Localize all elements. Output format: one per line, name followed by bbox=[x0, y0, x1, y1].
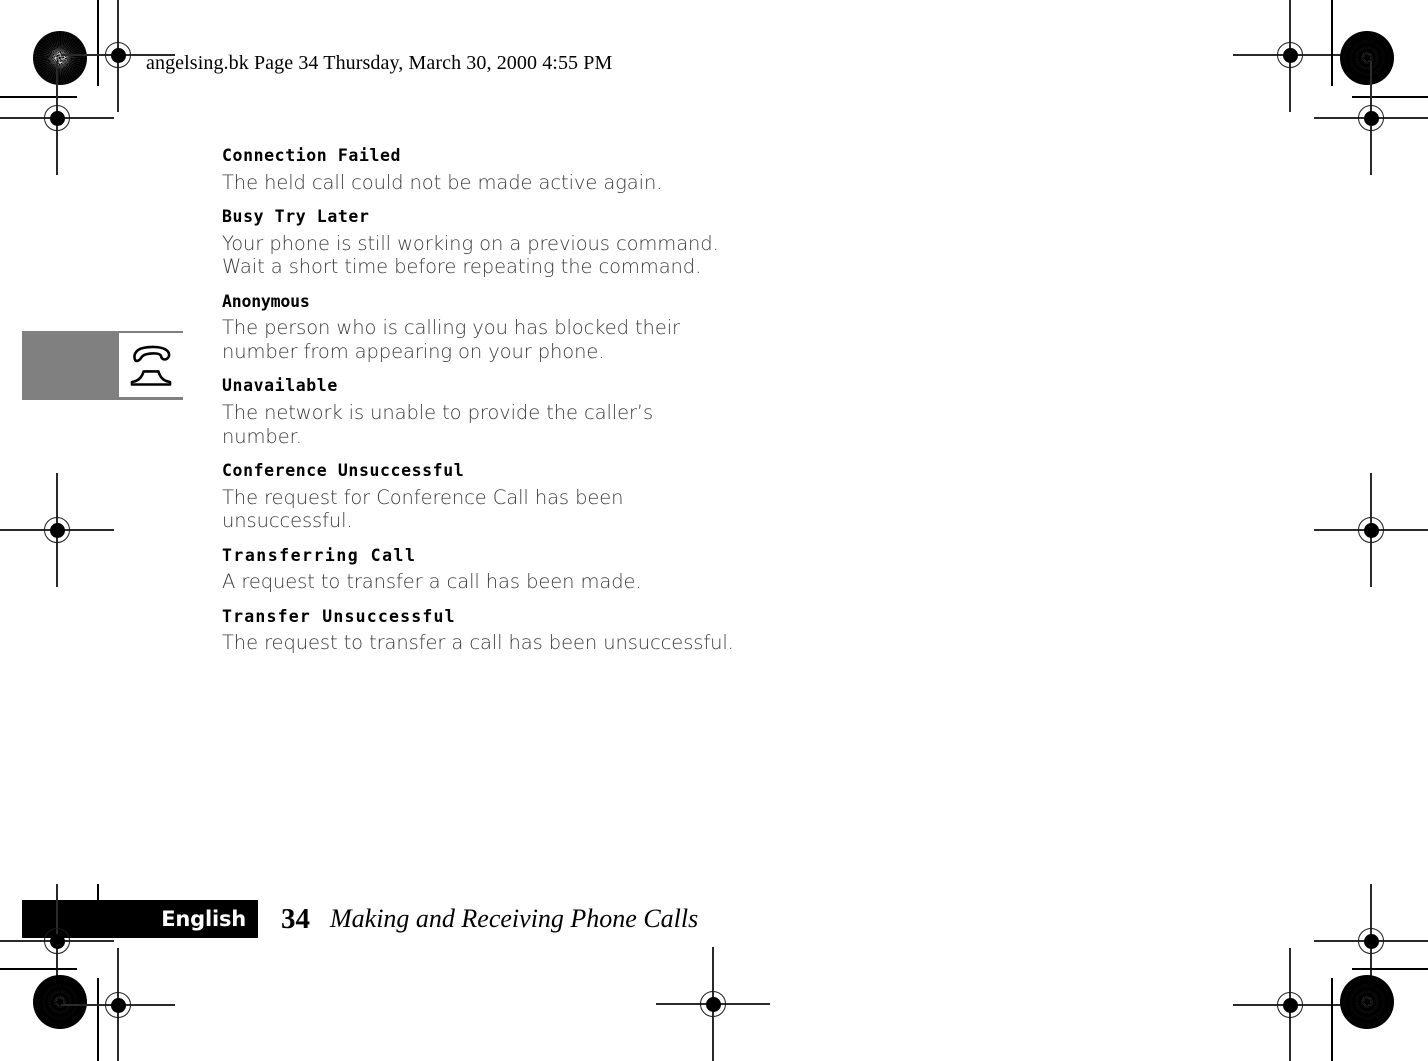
ui-term-label: Anonymous bbox=[222, 291, 310, 311]
registration-mark-left-upper bbox=[0, 61, 114, 175]
ui-term-label: Connection Failed bbox=[222, 146, 402, 165]
telephone-handset-icon bbox=[119, 333, 183, 397]
content-column: Connection Failed The held call could no… bbox=[222, 146, 842, 668]
registration-mark-right-middle bbox=[1314, 473, 1428, 587]
manual-page: angelsing.bk Page 34 Thursday, March 30,… bbox=[0, 0, 1428, 1061]
margin-icon-tab bbox=[22, 331, 183, 400]
registration-rosette-bottom-left bbox=[33, 975, 87, 1029]
registration-mark-right-lower bbox=[1314, 884, 1428, 998]
glossary-entry: Transferring Call A request to transfer … bbox=[222, 546, 842, 594]
registration-mark-left-middle bbox=[0, 473, 114, 587]
glossary-entry: Unavailable The network is unable to pro… bbox=[222, 376, 842, 448]
ui-term-description: A request to transfer a call has been ma… bbox=[222, 570, 642, 594]
ui-term-description: The request for Conference Call has been… bbox=[222, 485, 624, 533]
registration-mark-top-center bbox=[1233, 0, 1347, 112]
registration-rosette-top-left bbox=[33, 31, 87, 85]
glossary-entry: Connection Failed The held call could no… bbox=[222, 146, 842, 194]
registration-mark-bottom-right bbox=[1233, 948, 1347, 1061]
ui-term-label: Transferring Call bbox=[222, 545, 417, 565]
ui-term-label: Conference Unsuccessful bbox=[222, 461, 465, 480]
glossary-entry: Transfer Unsuccessful The request to tra… bbox=[222, 607, 842, 655]
registration-mark-top-left bbox=[61, 0, 175, 112]
registration-rosette-bottom-right bbox=[1340, 975, 1394, 1029]
trim-line-bottom-right-vertical bbox=[1331, 978, 1333, 1061]
language-label: English bbox=[161, 907, 246, 931]
registration-mark-bottom-left bbox=[61, 948, 175, 1061]
ui-term-description: The network is unable to provide the cal… bbox=[222, 401, 654, 448]
ui-term-label: Transfer Unsuccessful bbox=[222, 606, 456, 626]
running-head: angelsing.bk Page 34 Thursday, March 30,… bbox=[146, 52, 613, 74]
registration-mark-right-upper bbox=[1314, 61, 1428, 175]
glossary-entry: Conference Unsuccessful The request for … bbox=[222, 461, 842, 533]
registration-mark-bottom-center bbox=[656, 947, 770, 1061]
glossary-entry: Busy Try Later Your phone is still worki… bbox=[222, 207, 842, 279]
ui-term-description: Your phone is still working on a previou… bbox=[222, 231, 719, 279]
chapter-title: Making and Receiving Phone Calls bbox=[330, 904, 699, 933]
ui-term-description: The held call could not be made active a… bbox=[222, 170, 663, 194]
registration-mark-left-lower bbox=[0, 884, 114, 998]
ui-term-description: The person who is calling you has blocke… bbox=[222, 316, 680, 363]
glossary-entry: Anonymous The person who is calling you … bbox=[222, 292, 842, 364]
trim-line-top-right-vertical bbox=[1331, 0, 1333, 86]
registration-rosette-top-right bbox=[1340, 31, 1394, 85]
ui-term-description: The request to transfer a call has been … bbox=[222, 631, 734, 655]
trim-line-bottom-right-horizontal bbox=[1352, 968, 1428, 970]
page-number: 34 bbox=[281, 903, 310, 935]
ui-term-label: Unavailable bbox=[222, 376, 338, 396]
trim-line-bottom-left-horizontal bbox=[0, 968, 77, 970]
ui-term-label: Busy Try Later bbox=[222, 207, 370, 227]
